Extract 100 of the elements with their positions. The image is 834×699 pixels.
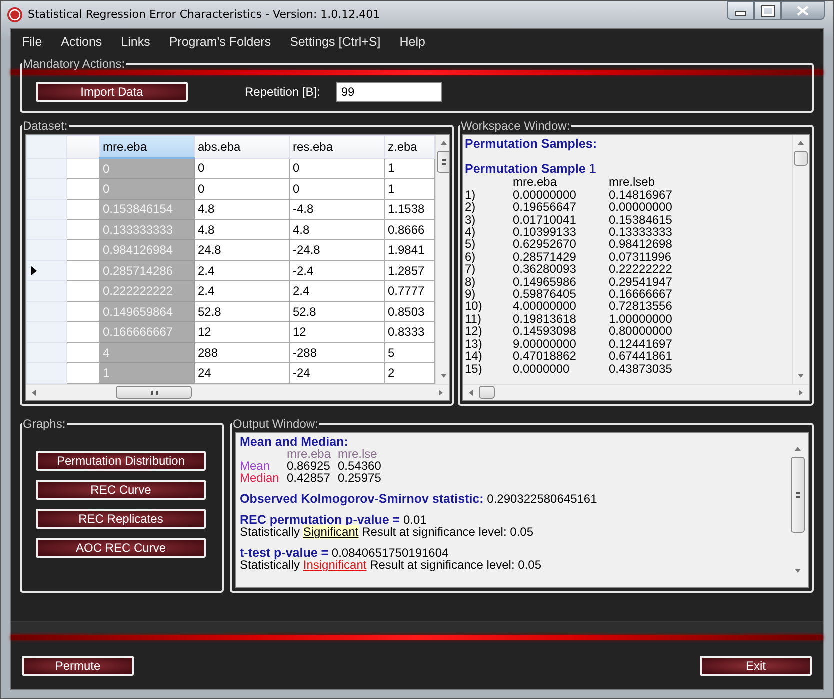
table-cell: 0 — [290, 158, 384, 179]
column-header[interactable]: abs.eba — [194, 136, 290, 158]
stat-value: 0.25975 — [338, 472, 382, 484]
sample-value: 0.13333333 — [609, 226, 674, 238]
corner-cell — [26, 136, 66, 158]
sample-value: 0.80000000 — [609, 325, 674, 338]
menu-item[interactable]: Actions — [61, 35, 112, 49]
row-number: 1) — [465, 188, 477, 202]
table-cell: 0.153846154 — [100, 199, 194, 220]
table-cell: -4.8 — [290, 199, 384, 220]
table-cell: 24.8 — [194, 240, 290, 260]
stat-label: Median — [240, 472, 280, 484]
table-cell — [66, 199, 100, 220]
table-cell: 1 — [100, 362, 194, 384]
import-data-button[interactable]: Import Data — [36, 82, 188, 102]
column-label: mre.eba — [287, 448, 332, 460]
sample-value: 4.00000000 — [513, 300, 578, 313]
result-value: 0.0840651750191604 — [332, 546, 449, 560]
sample-number: 1 — [589, 161, 596, 176]
menu-item[interactable]: Links — [121, 35, 160, 49]
table-cell: 0.222222222 — [100, 280, 194, 302]
table-cell: 0.166666667 — [100, 322, 194, 342]
table-cell: 12 — [290, 322, 384, 342]
sample-value: 9.00000000 — [513, 338, 578, 350]
sample-value: 0.29541947 — [609, 276, 674, 288]
table-cell: -288 — [290, 342, 384, 363]
row-number: 12) — [465, 325, 484, 338]
row-number: 11) — [465, 312, 482, 326]
sample-value: 1.00000000 — [609, 312, 674, 326]
vertical-scrollbar[interactable] — [435, 135, 449, 384]
column-label: mre.eba — [513, 176, 558, 189]
sample-value: 0.16666667 — [609, 288, 674, 300]
table-cell: 12 — [194, 322, 290, 342]
field-label: Repetition [B]: — [245, 85, 320, 99]
permute-button[interactable]: Permute — [22, 656, 134, 676]
column-header[interactable]: res.eba — [290, 136, 384, 158]
table-cell: 0 — [194, 178, 290, 199]
row-number: 5) — [465, 238, 477, 251]
sample-value: 0.28571429 — [513, 250, 578, 264]
result-value: 0.290322580645161 — [487, 492, 598, 506]
column-label: mre.lse — [338, 448, 378, 460]
menu-item[interactable]: Help — [400, 35, 436, 49]
table-cell — [66, 240, 100, 260]
row-number: 8) — [465, 276, 477, 288]
table-cell: 4.8 — [194, 219, 290, 240]
input-field[interactable]: 99 — [336, 82, 442, 102]
table-cell: 4 — [100, 342, 194, 363]
minimize-icon — [735, 11, 746, 16]
result-label: REC permutation p-value = — [240, 513, 400, 527]
maximize-icon — [762, 6, 774, 16]
menu-item[interactable]: Program's Folders — [169, 35, 282, 49]
group-title: Workspace Window: — [460, 119, 572, 133]
horizontal-scrollbar[interactable] — [463, 384, 809, 400]
table-cell — [66, 342, 100, 363]
sample-value: 0.0000000 — [513, 362, 571, 375]
exit-button[interactable]: Exit — [700, 656, 812, 676]
row-number: 4) — [465, 226, 477, 238]
table-cell: 0 — [290, 178, 384, 199]
close-icon — [797, 6, 809, 16]
vertical-scrollbar[interactable] — [792, 135, 809, 384]
graph-button[interactable]: AOC REC Curve — [36, 538, 206, 558]
table-cell: 0.984126984 — [100, 240, 194, 260]
sample-value: 0.59876405 — [513, 288, 578, 300]
menu-item[interactable]: File — [22, 35, 52, 49]
row-number: 3) — [465, 214, 477, 226]
sample-heading: Permutation Sample — [465, 162, 586, 176]
graph-button[interactable]: REC Curve — [36, 480, 206, 500]
table-cell: 0 — [100, 158, 194, 179]
sample-value: 0.98412698 — [609, 238, 674, 251]
table-cell: 52.8 — [290, 301, 384, 322]
menu-item[interactable]: Settings [Ctrl+S] — [290, 35, 391, 49]
sample-value: 0.19813618 — [513, 312, 578, 326]
table-cell — [66, 219, 100, 240]
table-cell: 0 — [100, 178, 194, 199]
result-label: t-test p-value = — [240, 546, 329, 560]
horizontal-scrollbar[interactable] — [26, 384, 449, 400]
graph-button[interactable]: Permutation Distribution — [36, 451, 206, 471]
table-cell: 0.133333333 — [100, 219, 194, 240]
result-value: 0.01 — [403, 513, 427, 527]
row-header[interactable] — [26, 260, 66, 281]
stat-value: 0.86925 — [287, 460, 332, 472]
column-header[interactable]: mre.eba — [100, 136, 194, 158]
close-button[interactable] — [781, 1, 825, 20]
column-header[interactable]: z.eba — [384, 136, 434, 158]
maximize-button[interactable] — [754, 1, 781, 20]
row-number: 13) — [465, 338, 484, 350]
header-cell — [66, 136, 100, 158]
table-cell — [66, 158, 100, 179]
sample-value: 0.07311996 — [609, 250, 673, 264]
sample-value: 0.15384615 — [609, 214, 674, 226]
graph-button[interactable]: REC Replicates — [36, 509, 206, 529]
minimize-button[interactable] — [727, 1, 754, 20]
sample-value: 0.62952670 — [513, 238, 578, 251]
table-cell — [66, 260, 100, 281]
row-number: 9) — [465, 288, 476, 300]
sample-value: 0.22222222 — [609, 263, 674, 276]
table-cell: -2.4 — [290, 260, 384, 281]
group-title: Output Window: — [232, 417, 320, 431]
row-number: 2) — [465, 201, 477, 214]
row-number: 14) — [465, 350, 484, 362]
